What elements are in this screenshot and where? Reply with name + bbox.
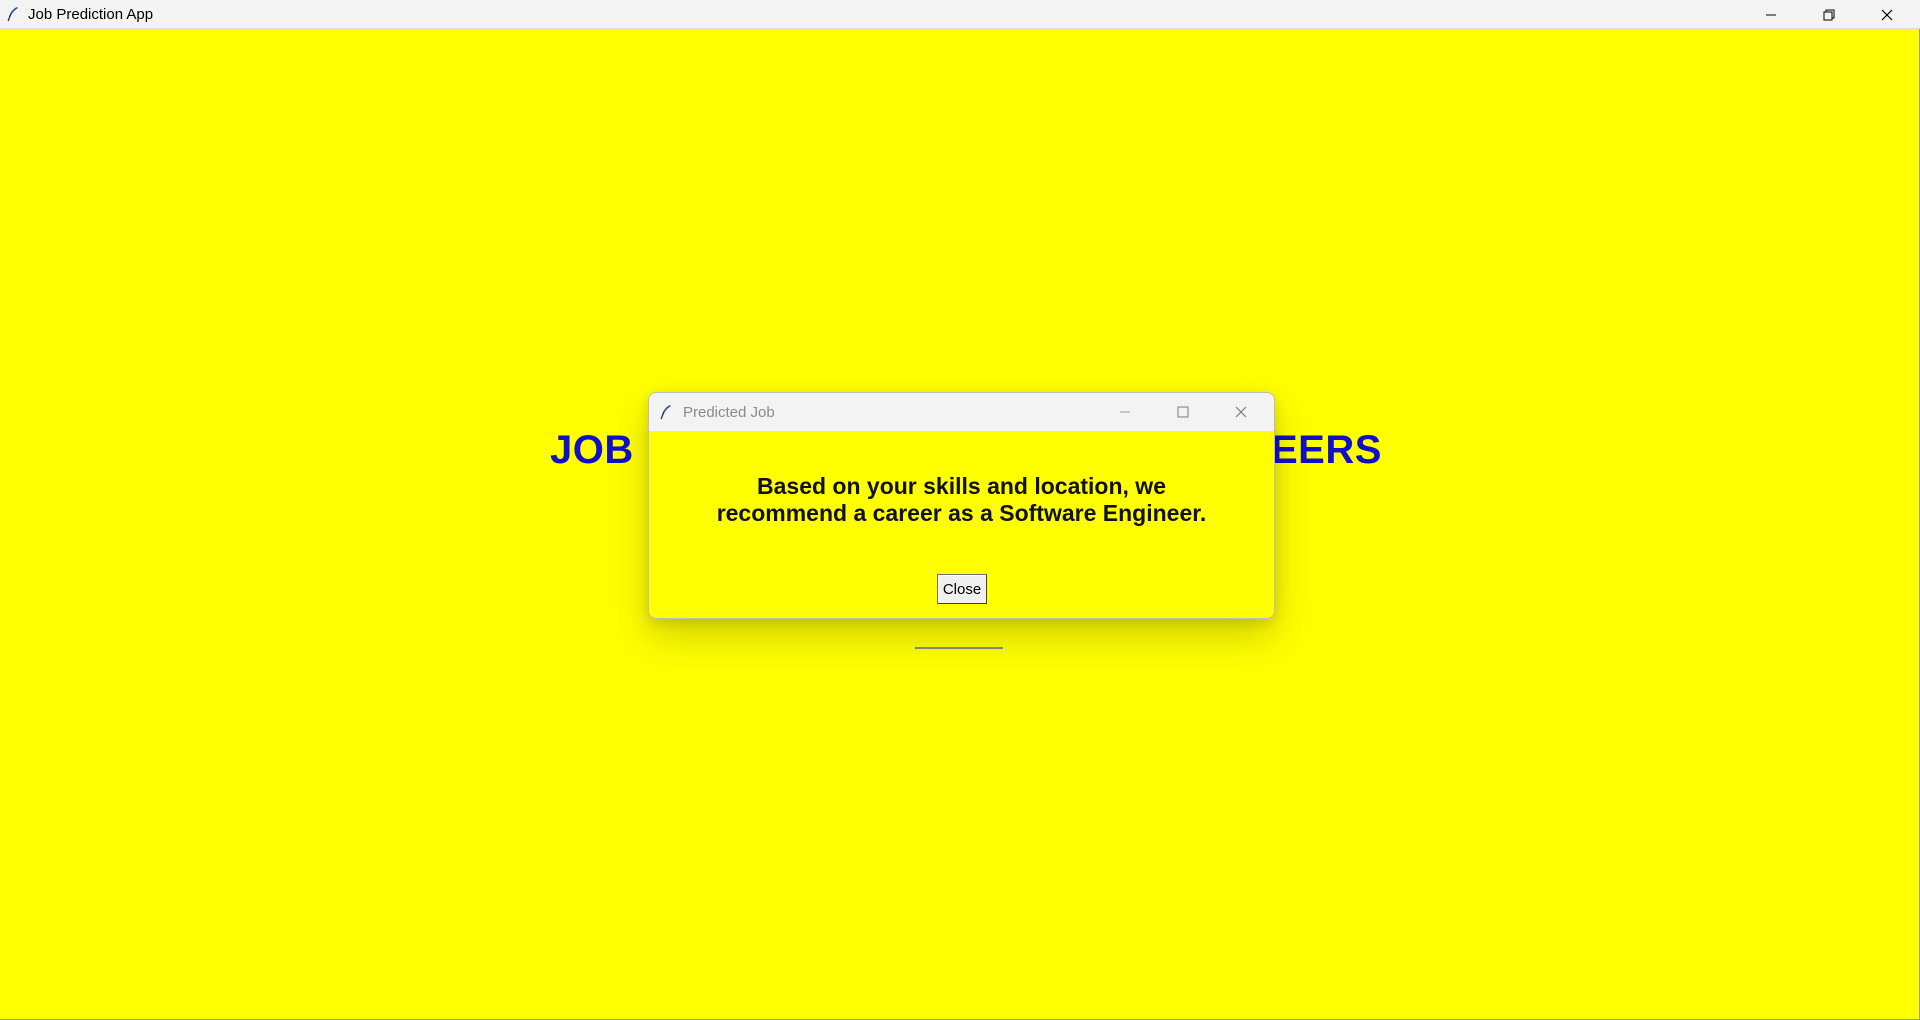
prediction-message: Based on your skills and location, we re… <box>649 473 1274 527</box>
feather-icon <box>659 404 675 420</box>
restore-icon <box>1823 9 1835 20</box>
dialog-close-button[interactable] <box>1212 393 1270 431</box>
hidden-button-edge <box>915 623 1003 649</box>
predicted-job-dialog: Predicted Job Based on your skills and l… <box>648 392 1275 619</box>
close-icon <box>1881 9 1893 20</box>
close-window-button[interactable] <box>1858 0 1916 29</box>
window-titlebar: Job Prediction App <box>0 0 1920 29</box>
dialog-title: Predicted Job <box>683 403 775 421</box>
heading-visible-right: EERS <box>1271 428 1382 472</box>
message-line-1: Based on your skills and location, we <box>757 473 1166 499</box>
dialog-maximize-button[interactable] <box>1154 393 1212 431</box>
maximize-icon <box>1177 406 1189 418</box>
restore-button[interactable] <box>1800 0 1858 29</box>
heading-visible-left: JOB I <box>550 428 657 472</box>
dialog-minimize-button[interactable] <box>1096 393 1154 431</box>
minimize-button[interactable] <box>1742 0 1800 29</box>
minimize-icon <box>1766 14 1776 15</box>
dialog-titlebar: Predicted Job <box>649 393 1274 431</box>
feather-icon <box>6 6 22 22</box>
window-title: Job Prediction App <box>28 5 154 23</box>
minimize-icon <box>1120 411 1130 413</box>
message-line-2: recommend a career as a Software Enginee… <box>716 500 1207 526</box>
close-icon <box>1235 406 1247 418</box>
close-button[interactable]: Close <box>937 574 987 604</box>
